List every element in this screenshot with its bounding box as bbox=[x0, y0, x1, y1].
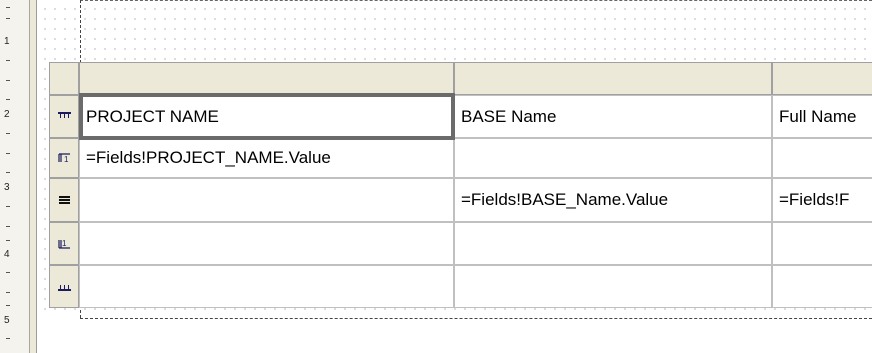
ruler-tick bbox=[6, 305, 10, 306]
ruler-number: 1 bbox=[4, 36, 10, 47]
row-handle-group-footer[interactable]: 1 bbox=[49, 222, 79, 265]
table-corner-handle[interactable] bbox=[49, 62, 79, 95]
group-header-icon: 1 bbox=[57, 153, 70, 164]
ruler-number: 4 bbox=[4, 249, 10, 260]
detail-row-icon bbox=[58, 196, 70, 204]
row-handle-table-header[interactable] bbox=[49, 95, 79, 138]
table-cell[interactable]: =Fields!F bbox=[772, 178, 872, 222]
report-table[interactable]: PROJECT NAME BASE Name Full Name 1 =Fiel… bbox=[49, 62, 872, 313]
table-cell[interactable] bbox=[454, 265, 772, 308]
ruler-tick bbox=[6, 240, 10, 241]
ruler-tick bbox=[6, 172, 10, 173]
table-cell[interactable] bbox=[772, 222, 872, 265]
ruler-tick bbox=[6, 133, 10, 134]
table-cell[interactable] bbox=[454, 138, 772, 178]
ruler-tick bbox=[6, 272, 10, 273]
ruler-number: 2 bbox=[4, 109, 10, 120]
vertical-ruler: 1 2 3 4 5 bbox=[0, 0, 30, 353]
ruler-number: 3 bbox=[4, 182, 10, 193]
ruler-number: 5 bbox=[4, 315, 10, 326]
row-handle-group-header[interactable]: 1 bbox=[49, 138, 79, 178]
table-cell[interactable] bbox=[772, 138, 872, 178]
row-handle-table-footer[interactable] bbox=[49, 265, 79, 308]
table-cell[interactable] bbox=[454, 222, 772, 265]
ruler-tick bbox=[6, 153, 10, 154]
ruler-tick bbox=[6, 60, 10, 61]
table-cell[interactable]: Full Name bbox=[772, 95, 872, 138]
ruler-tick bbox=[6, 292, 10, 293]
table-cell[interactable]: BASE Name bbox=[454, 95, 772, 138]
ruler-gutter bbox=[30, 0, 37, 353]
ruler-tick bbox=[6, 99, 10, 100]
table-cell[interactable]: =Fields!PROJECT_NAME.Value bbox=[79, 138, 454, 178]
table-cell[interactable] bbox=[772, 265, 872, 308]
ruler-tick bbox=[6, 80, 10, 81]
table-header-icon bbox=[57, 111, 71, 118]
svg-text:1: 1 bbox=[62, 239, 67, 248]
table-footer-icon bbox=[57, 284, 71, 291]
column-handle-1[interactable] bbox=[79, 62, 454, 95]
column-handle-2[interactable] bbox=[454, 62, 772, 95]
column-handle-3[interactable] bbox=[772, 62, 872, 95]
ruler-tick bbox=[6, 226, 10, 227]
below-surface-area bbox=[37, 319, 872, 353]
ruler-tick bbox=[6, 18, 10, 19]
svg-text:1: 1 bbox=[64, 155, 69, 164]
table-cell[interactable] bbox=[79, 265, 454, 308]
row-handle-detail[interactable] bbox=[49, 178, 79, 222]
table-cell[interactable]: =Fields!BASE_Name.Value bbox=[454, 178, 772, 222]
surface-top-border bbox=[80, 0, 872, 2]
table-cell[interactable] bbox=[79, 178, 454, 222]
selected-cell-outline bbox=[79, 93, 455, 140]
table-cell[interactable] bbox=[79, 222, 454, 265]
ruler-tick bbox=[6, 338, 10, 339]
ruler-tick bbox=[6, 206, 10, 207]
group-footer-icon: 1 bbox=[57, 239, 70, 249]
ruler-tick bbox=[6, 7, 10, 8]
